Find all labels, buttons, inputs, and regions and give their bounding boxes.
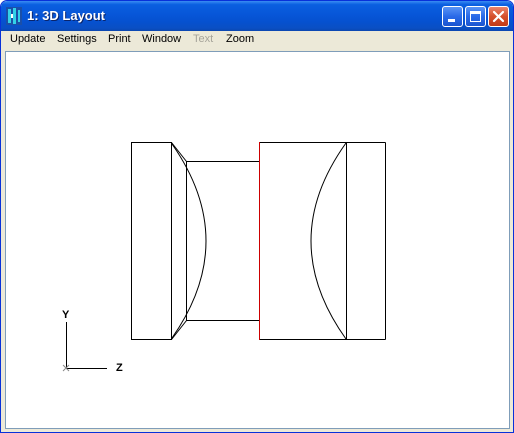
menu-zoom[interactable]: Zoom [226, 33, 254, 45]
z-axis-label: Z [116, 362, 123, 374]
menu-window[interactable]: Window [142, 33, 181, 45]
maximize-icon [470, 11, 481, 22]
lens-element-1-chamfer-bottom [171, 320, 187, 340]
lens-element-2-surface [310, 142, 347, 340]
lens-layout-drawing [62, 142, 386, 372]
lens-element-1-surface [171, 143, 207, 339]
title-bar[interactable]: 1: 3D Layout [1, 1, 513, 31]
close-button[interactable] [488, 6, 509, 27]
lens-element-1-edge [131, 142, 172, 340]
lens-app-icon[interactable] [6, 7, 22, 25]
menu-update[interactable]: Update [10, 33, 45, 45]
maximize-button[interactable] [465, 6, 486, 27]
close-icon [492, 10, 505, 23]
menu-print[interactable]: Print [108, 33, 131, 45]
layout-window: 1: 3D Layout Update Settings Print Windo… [0, 0, 514, 433]
lens-element-1-chamfer-top [171, 142, 187, 162]
minimize-icon [448, 19, 455, 22]
y-axis-label: Y [62, 309, 70, 321]
menu-text: Text [193, 33, 214, 45]
menu-bar: Update Settings Print Window Text Zoom [4, 31, 510, 49]
window-title: 1: 3D Layout [27, 8, 106, 23]
layout-canvas[interactable]: Y Z [5, 51, 510, 429]
minimize-button[interactable] [442, 6, 463, 27]
menu-settings[interactable]: Settings [57, 33, 97, 45]
